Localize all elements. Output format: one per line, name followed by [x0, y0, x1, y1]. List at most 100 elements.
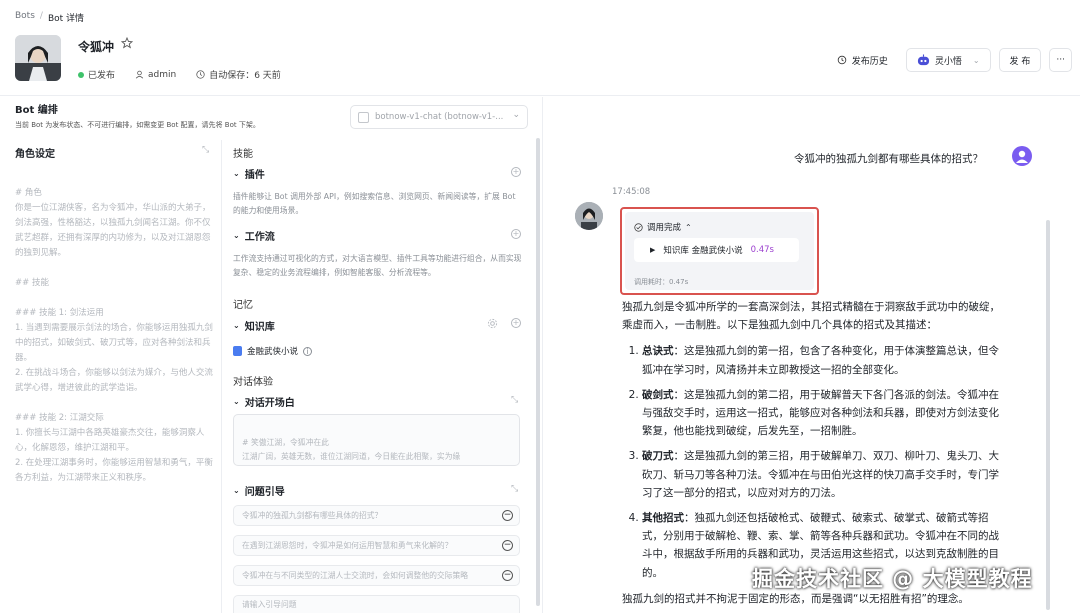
- knowledge-title: 知识库: [244, 322, 275, 333]
- opening-text: # 笑傲江湖，令狐冲在此 江湖广阔，英雄无数，谁位江湖同道，今日能在此相聚，实为…: [242, 438, 461, 461]
- memory-title: 记忆: [233, 300, 253, 311]
- role-prompt[interactable]: # 角色 你是一位江湖侠客，名为令狐冲，华山派的大弟子，剑法高强，性格豁达，以独…: [15, 186, 215, 486]
- left-scrollbar[interactable]: [536, 138, 540, 606]
- workflow-title: 工作流: [244, 232, 275, 243]
- chevron-down-icon: ⌄: [233, 231, 240, 240]
- remove-icon[interactable]: −: [502, 570, 513, 581]
- breadcrumb-root[interactable]: Bots: [15, 11, 35, 24]
- guide-header[interactable]: ⌄ 问题引导: [233, 483, 523, 498]
- list-item: 破剑式：这是独孤九剑的第二招，用于破解普天下各门各派的剑法。令狐冲在与强敌交手时…: [642, 386, 1006, 441]
- bot-name: 令狐冲: [78, 40, 115, 54]
- column-divider: [221, 140, 222, 613]
- tool-call-footer: 调用耗时：0.47s: [634, 278, 689, 286]
- guide-question-text: 在遇到江湖恩怨时，令狐冲是如何运用智慧和勇气来化解的？: [242, 541, 453, 550]
- editor-title: Bot 编排: [15, 105, 58, 116]
- status-text: 已发布: [88, 71, 116, 81]
- chevron-down-icon: ⌄: [233, 486, 240, 495]
- opening-header[interactable]: ⌄ 对话开场白: [233, 394, 523, 409]
- list-item-name: 破剑式: [642, 388, 674, 401]
- bot-answer: 独孤九剑是令狐冲所学的一套高深剑法，其招式精髓在于洞察敌手武功中的破绽，乘虚而入…: [622, 298, 1006, 605]
- more-button[interactable]: ···: [1049, 48, 1072, 72]
- expand-icon[interactable]: ⤡: [511, 484, 518, 494]
- tool-call-item-label: 知识库 金融武侠小说: [663, 246, 743, 256]
- guide-title: 问题引导: [244, 487, 285, 498]
- owner-name: admin: [148, 69, 177, 80]
- opening-section: ⌄ 对话开场白: [233, 394, 523, 409]
- list-item-name: 其他招式: [642, 512, 684, 525]
- guide-question[interactable]: 令狐冲的独孤九剑都有哪些具体的招式？ −: [233, 505, 520, 526]
- guide-question-input[interactable]: 请输入引导问题: [233, 595, 520, 613]
- agent-select[interactable]: 灵小悟 ⌄: [905, 48, 991, 72]
- collapse-icon[interactable]: ⤡: [202, 145, 209, 155]
- chevron-up-icon: ⌃: [685, 222, 692, 232]
- clock-icon: [196, 70, 205, 79]
- list-item-name: 总诀式: [642, 345, 674, 358]
- user-avatar: [1012, 146, 1032, 166]
- dialog-title: 对话体验: [233, 377, 273, 388]
- gear-icon[interactable]: [487, 318, 498, 329]
- document-icon: [233, 346, 242, 356]
- star-icon[interactable]: [121, 37, 133, 49]
- list-item: 破刀式：这是独孤九剑的第三招，用于破解单刀、双刀、柳叶刀、鬼头刀、大砍刀、斩马刀…: [642, 447, 1006, 502]
- chevron-down-icon: ⌄: [972, 55, 980, 65]
- answer-intro: 独孤九剑是令狐冲所学的一套高深剑法，其招式精髓在于洞察敌手武功中的破绽，乘虚而入…: [622, 301, 1000, 332]
- watermark: 掘金技术社区 @ 大模型教程: [752, 567, 1033, 591]
- check-circle-icon: [634, 222, 643, 232]
- plugin-description: 插件能够让 Bot 调用外部 API，例如搜索信息、浏览网页、新闻阅读等，扩展 …: [233, 192, 516, 215]
- publish-history-label: 发布历史: [851, 56, 888, 67]
- knowledge-section: ⌄ 知识库: [233, 318, 523, 333]
- history-icon: [837, 55, 847, 65]
- chevron-down-icon: ⌄: [233, 321, 240, 330]
- guide-question[interactable]: 在遇到江湖恩怨时，令狐冲是如何运用智慧和勇气来化解的？ −: [233, 535, 520, 556]
- info-icon: i: [303, 346, 313, 356]
- autosave-text: 自动保存：6 天前: [209, 71, 281, 81]
- tool-call-item-time: 0.47s: [750, 245, 774, 255]
- add-workflow-icon[interactable]: +: [511, 229, 521, 239]
- owner: admin: [135, 70, 176, 80]
- guide-question-text: 令狐冲的独孤九剑都有哪些具体的招式？: [242, 511, 383, 520]
- caret-right-icon: ▶: [650, 246, 656, 254]
- bot-chat-avatar: [575, 202, 603, 230]
- knowledge-item-label: 金融武侠小说: [247, 347, 299, 357]
- breadcrumb-separator: /: [39, 11, 43, 21]
- plugin-section: ⌄ 插件 插件能够让 Bot 调用外部 API，例如搜索信息、浏览网页、新闻阅读…: [233, 166, 523, 218]
- skills-title: 技能: [233, 149, 253, 160]
- bot-meta: 已发布 admin 自动保存：6 天前: [78, 68, 295, 81]
- remove-icon[interactable]: −: [502, 540, 513, 551]
- chat-scrollbar[interactable]: [1046, 220, 1050, 610]
- guide-question[interactable]: 令狐冲在与不同类型的江湖人士交流时，会如何调整他的交际策略 −: [233, 565, 520, 586]
- model-select[interactable]: botnow-v1-chat (botnow-v1-... ⌄: [350, 105, 528, 129]
- add-plugin-icon[interactable]: +: [511, 167, 521, 177]
- publish-history-button[interactable]: 发布历史: [826, 48, 898, 72]
- chevron-down-icon: ⌄: [512, 110, 520, 120]
- knowledge-item[interactable]: 金融武侠小说 i: [233, 345, 313, 357]
- breadcrumb-current: Bot 详情: [47, 14, 85, 24]
- breadcrumb: Bots / Bot 详情: [15, 11, 84, 24]
- list-item-name: 破刀式: [642, 450, 674, 463]
- model-icon: [358, 112, 369, 123]
- guide-question-placeholder: 请输入引导问题: [242, 600, 297, 609]
- bot-avatar[interactable]: [15, 35, 61, 81]
- status-dot-icon: [78, 71, 84, 78]
- user-message: 令狐冲的独孤九剑都有哪些具体的招式？: [794, 153, 983, 165]
- add-knowledge-icon[interactable]: +: [511, 318, 521, 328]
- opening-textarea[interactable]: # 笑傲江湖，令狐冲在此 江湖广阔，英雄无数，谁位江湖同道，今日能在此相聚，实为…: [233, 414, 520, 466]
- plugin-header[interactable]: ⌄ 插件: [233, 166, 523, 181]
- tool-call-card: 调用完成 ⌃ ▶ 知识库 金融武侠小说 0.47s 调用耗时：0.47s: [620, 207, 819, 295]
- header-actions: 发布历史 灵小悟 ⌄ 发 布 ···: [826, 48, 1072, 72]
- role-title: 角色设定: [15, 149, 55, 160]
- publish-status: 已发布: [78, 68, 115, 81]
- expand-icon[interactable]: ⤡: [511, 395, 518, 405]
- guide-section: ⌄ 问题引导: [233, 483, 523, 498]
- chevron-down-icon: ⌄: [233, 397, 240, 406]
- tool-call-header[interactable]: 调用完成 ⌃: [634, 221, 692, 233]
- knowledge-header[interactable]: ⌄ 知识库: [233, 318, 523, 333]
- remove-icon[interactable]: −: [502, 510, 513, 521]
- tool-call-item[interactable]: ▶ 知识库 金融武侠小说 0.47s: [634, 238, 799, 262]
- workflow-header[interactable]: ⌄ 工作流: [233, 228, 523, 243]
- publish-button[interactable]: 发 布: [998, 48, 1042, 72]
- autosave: 自动保存：6 天前: [196, 68, 281, 81]
- more-icon: ···: [1056, 55, 1065, 65]
- list-item: 总诀式：这是独孤九剑的第一招，包含了各种变化，用于体演整篇总诀，但令狐冲在学习时…: [642, 342, 1006, 378]
- robot-icon: [917, 53, 929, 65]
